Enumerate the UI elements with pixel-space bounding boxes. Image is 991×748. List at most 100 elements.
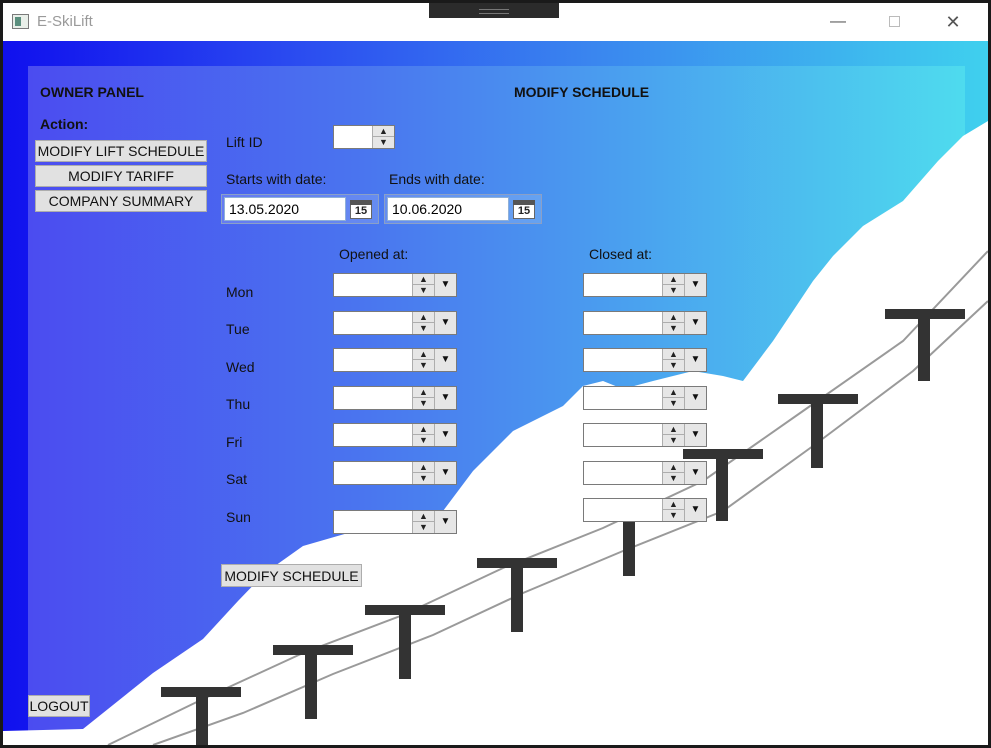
opened-time-input[interactable]	[334, 387, 412, 409]
spin-down-icon[interactable]: ▼	[413, 398, 434, 409]
maximize-button[interactable]	[871, 3, 917, 41]
spin-up-icon[interactable]: ▲	[663, 312, 684, 323]
opened-time-picker[interactable]: ▲ ▼ ▼	[333, 423, 457, 447]
closed-time-spin[interactable]: ▲ ▼	[662, 387, 684, 409]
spin-down-icon[interactable]: ▼	[663, 510, 684, 521]
spin-down-icon[interactable]: ▼	[663, 435, 684, 446]
company-summary-button[interactable]: COMPANY SUMMARY	[35, 190, 207, 212]
opened-time-input[interactable]	[334, 274, 412, 296]
chevron-down-icon[interactable]: ▼	[434, 511, 456, 533]
opened-time-input[interactable]	[334, 424, 412, 446]
chevron-down-icon[interactable]: ▼	[434, 312, 456, 334]
spin-up-icon[interactable]: ▲	[373, 126, 394, 137]
spin-up-icon[interactable]: ▲	[413, 349, 434, 360]
closed-time-spin[interactable]: ▲ ▼	[662, 312, 684, 334]
closed-time-input[interactable]	[584, 274, 662, 296]
drag-grip-icon[interactable]	[429, 3, 559, 18]
spin-down-icon[interactable]: ▼	[413, 360, 434, 371]
calendar-icon[interactable]: 15	[350, 200, 372, 219]
spin-down-icon[interactable]: ▼	[413, 285, 434, 296]
lift-id-spin[interactable]: ▲ ▼	[372, 126, 394, 148]
title-bar[interactable]: E-SkiLift — ✕	[3, 3, 988, 41]
chevron-down-icon[interactable]: ▼	[684, 462, 706, 484]
spin-up-icon[interactable]: ▲	[413, 274, 434, 285]
modify-schedule-button[interactable]: MODIFY SCHEDULE	[221, 564, 362, 587]
opened-time-picker[interactable]: ▲ ▼ ▼	[333, 273, 457, 297]
closed-time-input[interactable]	[584, 349, 662, 371]
spin-down-icon[interactable]: ▼	[413, 473, 434, 484]
chevron-down-icon[interactable]: ▼	[684, 387, 706, 409]
spin-down-icon[interactable]: ▼	[663, 323, 684, 334]
close-button[interactable]: ✕	[930, 3, 976, 41]
spin-up-icon[interactable]: ▲	[413, 462, 434, 473]
spin-up-icon[interactable]: ▲	[663, 462, 684, 473]
chevron-down-icon[interactable]: ▼	[684, 499, 706, 521]
opened-time-spin[interactable]: ▲ ▼	[412, 424, 434, 446]
spin-up-icon[interactable]: ▲	[413, 387, 434, 398]
calendar-icon[interactable]: 15	[513, 200, 535, 219]
spin-up-icon[interactable]: ▲	[663, 499, 684, 510]
spin-up-icon[interactable]: ▲	[413, 511, 434, 522]
opened-time-picker[interactable]: ▲ ▼ ▼	[333, 386, 457, 410]
chevron-down-icon[interactable]: ▼	[434, 462, 456, 484]
chevron-down-icon[interactable]: ▼	[434, 349, 456, 371]
spin-up-icon[interactable]: ▲	[663, 274, 684, 285]
chevron-down-icon[interactable]: ▼	[434, 424, 456, 446]
closed-time-spin[interactable]: ▲ ▼	[662, 499, 684, 521]
opened-time-spin[interactable]: ▲ ▼	[412, 462, 434, 484]
chevron-down-icon[interactable]: ▼	[434, 274, 456, 296]
spin-down-icon[interactable]: ▼	[663, 285, 684, 296]
closed-time-picker[interactable]: ▲ ▼ ▼	[583, 311, 707, 335]
opened-time-picker[interactable]: ▲ ▼ ▼	[333, 461, 457, 485]
closed-time-input[interactable]	[584, 387, 662, 409]
closed-time-picker[interactable]: ▲ ▼ ▼	[583, 461, 707, 485]
chevron-down-icon[interactable]: ▼	[684, 312, 706, 334]
spin-up-icon[interactable]: ▲	[413, 424, 434, 435]
opened-time-spin[interactable]: ▲ ▼	[412, 274, 434, 296]
spin-down-icon[interactable]: ▼	[663, 398, 684, 409]
chevron-down-icon[interactable]: ▼	[684, 349, 706, 371]
opened-time-picker[interactable]: ▲ ▼ ▼	[333, 311, 457, 335]
spin-up-icon[interactable]: ▲	[663, 349, 684, 360]
spin-up-icon[interactable]: ▲	[413, 312, 434, 323]
closed-time-input[interactable]	[584, 312, 662, 334]
closed-time-spin[interactable]: ▲ ▼	[662, 424, 684, 446]
closed-time-picker[interactable]: ▲ ▼ ▼	[583, 273, 707, 297]
closed-time-picker[interactable]: ▲ ▼ ▼	[583, 348, 707, 372]
opened-time-input[interactable]	[334, 349, 412, 371]
closed-time-spin[interactable]: ▲ ▼	[662, 462, 684, 484]
spin-down-icon[interactable]: ▼	[663, 473, 684, 484]
closed-time-input[interactable]	[584, 499, 662, 521]
opened-time-spin[interactable]: ▲ ▼	[412, 349, 434, 371]
opened-time-spin[interactable]: ▲ ▼	[412, 511, 434, 533]
end-date-input[interactable]	[387, 197, 509, 221]
closed-time-input[interactable]	[584, 424, 662, 446]
opened-time-input[interactable]	[334, 462, 412, 484]
closed-time-spin[interactable]: ▲ ▼	[662, 349, 684, 371]
spin-up-icon[interactable]: ▲	[663, 424, 684, 435]
opened-time-input[interactable]	[334, 312, 412, 334]
start-date-input[interactable]	[224, 197, 346, 221]
lift-id-stepper[interactable]: ▲ ▼	[333, 125, 395, 149]
opened-time-picker[interactable]: ▲ ▼ ▼	[333, 510, 457, 534]
spin-down-icon[interactable]: ▼	[413, 323, 434, 334]
spin-down-icon[interactable]: ▼	[373, 137, 394, 148]
minimize-button[interactable]: —	[815, 3, 861, 41]
spin-down-icon[interactable]: ▼	[413, 522, 434, 533]
end-date-picker[interactable]: 15	[384, 194, 542, 224]
logout-button[interactable]: LOGOUT	[28, 695, 90, 717]
chevron-down-icon[interactable]: ▼	[684, 274, 706, 296]
closed-time-picker[interactable]: ▲ ▼ ▼	[583, 386, 707, 410]
spin-down-icon[interactable]: ▼	[663, 360, 684, 371]
spin-down-icon[interactable]: ▼	[413, 435, 434, 446]
modify-lift-schedule-button[interactable]: MODIFY LIFT SCHEDULE	[35, 140, 207, 162]
closed-time-spin[interactable]: ▲ ▼	[662, 274, 684, 296]
opened-time-spin[interactable]: ▲ ▼	[412, 387, 434, 409]
closed-time-picker[interactable]: ▲ ▼ ▼	[583, 498, 707, 522]
start-date-picker[interactable]: 15	[221, 194, 379, 224]
lift-id-input[interactable]	[334, 126, 372, 148]
opened-time-spin[interactable]: ▲ ▼	[412, 312, 434, 334]
modify-tariff-button[interactable]: MODIFY TARIFF	[35, 165, 207, 187]
opened-time-picker[interactable]: ▲ ▼ ▼	[333, 348, 457, 372]
chevron-down-icon[interactable]: ▼	[684, 424, 706, 446]
